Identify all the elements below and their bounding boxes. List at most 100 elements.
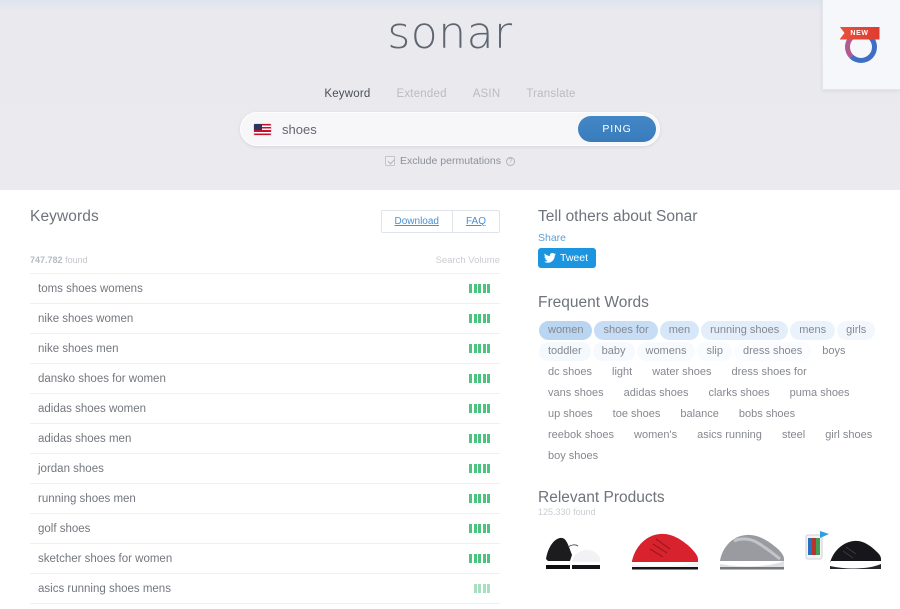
tab-keyword[interactable]: Keyword: [324, 88, 370, 100]
frequent-word-tag[interactable]: mens: [790, 321, 836, 340]
keyword-label: nike shoes women: [38, 312, 134, 325]
frequent-word-tag[interactable]: balance: [671, 405, 728, 424]
question-mark-icon[interactable]: ?: [505, 156, 515, 166]
keywords-subheader: 747.782 found Search Volume: [30, 255, 500, 273]
keyword-label: toms shoes womens: [38, 282, 143, 295]
frequent-word-tag[interactable]: women: [539, 321, 593, 340]
frequent-word-tag[interactable]: asics running: [688, 426, 771, 445]
table-row[interactable]: nike shoes women: [30, 304, 500, 334]
relevant-products-found-number: 125.330: [538, 507, 571, 517]
search-volume-bars: [469, 404, 490, 413]
frequent-word-tag[interactable]: girls: [837, 321, 876, 340]
frequent-word-tag[interactable]: men: [659, 321, 700, 340]
frequent-word-tag[interactable]: adidas shoes: [614, 384, 698, 403]
new-ribbon-label: NEW: [839, 26, 880, 40]
search-volume-bars: [469, 524, 490, 533]
product-thumb-1[interactable]: [538, 525, 618, 573]
frequent-word-tag[interactable]: water shoes: [643, 363, 721, 382]
frequent-word-tag[interactable]: up shoes: [539, 405, 602, 424]
frequent-words-cloud: women shoes for men running shoes mens girls t…: [538, 320, 888, 467]
search-bar: PING: [240, 112, 660, 146]
faq-button[interactable]: FAQ: [451, 211, 499, 232]
frequent-word-tag[interactable]: vans shoes: [539, 384, 613, 403]
keyword-label: asics running shoes mens: [38, 582, 171, 595]
keywords-panel-header: Keywords Download FAQ: [30, 208, 500, 233]
frequent-word-tag[interactable]: toddler: [539, 342, 591, 361]
twitter-bird-icon: [544, 253, 556, 263]
frequent-word-tag[interactable]: toe shoes: [603, 405, 670, 424]
app-logo: sonar: [387, 8, 513, 59]
table-row[interactable]: adidas shoes men: [30, 424, 500, 454]
search-volume-bars: [469, 374, 490, 383]
table-row[interactable]: nike shoes men: [30, 334, 500, 364]
table-row[interactable]: jordan shoes: [30, 454, 500, 484]
keywords-found-suffix: found: [65, 255, 88, 265]
exclude-permutations-checkbox[interactable]: [385, 156, 395, 166]
ping-button[interactable]: PING: [578, 116, 656, 142]
product-thumb-2[interactable]: [626, 525, 706, 573]
exclude-permutations-label: Exclude permutations: [400, 155, 501, 167]
frequent-word-tag[interactable]: bobs shoes: [729, 405, 805, 424]
frequent-word-tag[interactable]: dress shoes: [733, 342, 812, 361]
table-row[interactable]: adidas shoes women: [30, 394, 500, 424]
main-content: Keywords Download FAQ 747.782 found Sear…: [0, 190, 900, 609]
tab-translate[interactable]: Translate: [526, 88, 575, 100]
frequent-word-tag[interactable]: boys: [813, 342, 855, 361]
search-volume-bars: [469, 494, 490, 503]
exclude-permutations-row: Exclude permutations ?: [0, 155, 900, 167]
table-row[interactable]: dansko shoes for women: [30, 364, 500, 394]
table-row[interactable]: golf shoes: [30, 514, 500, 544]
table-row[interactable]: toms shoes womens: [30, 274, 500, 304]
search-volume-bars: [469, 344, 490, 353]
page-header: sonar Keyword Extended ASIN Translate PI…: [0, 0, 900, 190]
keyword-label: running shoes men: [38, 492, 136, 505]
page-title: Keywords: [30, 208, 99, 225]
product-thumb-4[interactable]: [802, 525, 882, 573]
keywords-panel: Keywords Download FAQ 747.782 found Sear…: [0, 190, 530, 609]
new-feature-badge-card[interactable]: NEW: [822, 0, 900, 90]
table-row[interactable]: asics running shoes mens: [30, 574, 500, 604]
frequent-word-tag[interactable]: steel: [772, 426, 815, 445]
search-volume-bars: [469, 434, 490, 443]
relevant-products-row: [538, 525, 900, 573]
keyword-label: golf shoes: [38, 522, 91, 535]
search-volume-bars: [469, 554, 490, 563]
frequent-word-tag[interactable]: light: [603, 363, 642, 382]
us-flag-icon[interactable]: [254, 123, 271, 135]
frequent-word-tag[interactable]: clarks shoes: [699, 384, 779, 403]
tweet-button[interactable]: Tweet: [538, 248, 597, 268]
relevant-products-count: 125.330 found: [538, 507, 900, 517]
download-button[interactable]: Download: [381, 211, 452, 232]
frequent-word-tag[interactable]: slip: [697, 342, 732, 361]
tab-extended[interactable]: Extended: [396, 88, 446, 100]
keywords-found-count: 747.782 found: [30, 255, 88, 265]
table-row[interactable]: sketcher shoes for women: [30, 544, 500, 574]
frequent-word-tag[interactable]: boy shoes: [539, 447, 608, 466]
frequent-word-tag[interactable]: shoes for: [594, 321, 658, 340]
frequent-word-tag[interactable]: dress shoes for: [722, 363, 816, 382]
search-volume-bars: [469, 284, 490, 293]
search-input[interactable]: [282, 121, 578, 137]
product-thumb-3[interactable]: [714, 525, 794, 573]
frequent-word-tag[interactable]: puma shoes: [780, 384, 859, 403]
keyword-label: adidas shoes men: [38, 432, 132, 445]
table-row[interactable]: running shoes men: [30, 484, 500, 514]
search-volume-bars: [469, 314, 490, 323]
share-label: Share: [538, 232, 567, 244]
tweet-button-label: Tweet: [560, 252, 589, 264]
frequent-word-tag[interactable]: baby: [592, 342, 635, 361]
frequent-word-tag[interactable]: womens: [636, 342, 696, 361]
frequent-word-tag[interactable]: women's: [625, 426, 687, 445]
sonar-circle-logo-icon: NEW: [839, 23, 884, 67]
keywords-actions: Download FAQ: [380, 210, 500, 233]
frequent-word-tag[interactable]: girl shoes: [816, 426, 882, 445]
keyword-label: nike shoes men: [38, 342, 119, 355]
tab-asin[interactable]: ASIN: [473, 88, 501, 100]
search-mode-tabs: Keyword Extended ASIN Translate: [0, 88, 900, 100]
frequent-word-tag[interactable]: running shoes: [701, 321, 789, 340]
frequent-word-tag[interactable]: reebok shoes: [539, 426, 624, 445]
search-volume-bars: [473, 584, 490, 593]
sidebar: Tell others about Sonar Share Tweet Freq…: [530, 190, 900, 609]
keywords-list: toms shoes womens nike shoes women nike sh…: [30, 273, 500, 604]
frequent-word-tag[interactable]: dc shoes: [539, 363, 602, 382]
